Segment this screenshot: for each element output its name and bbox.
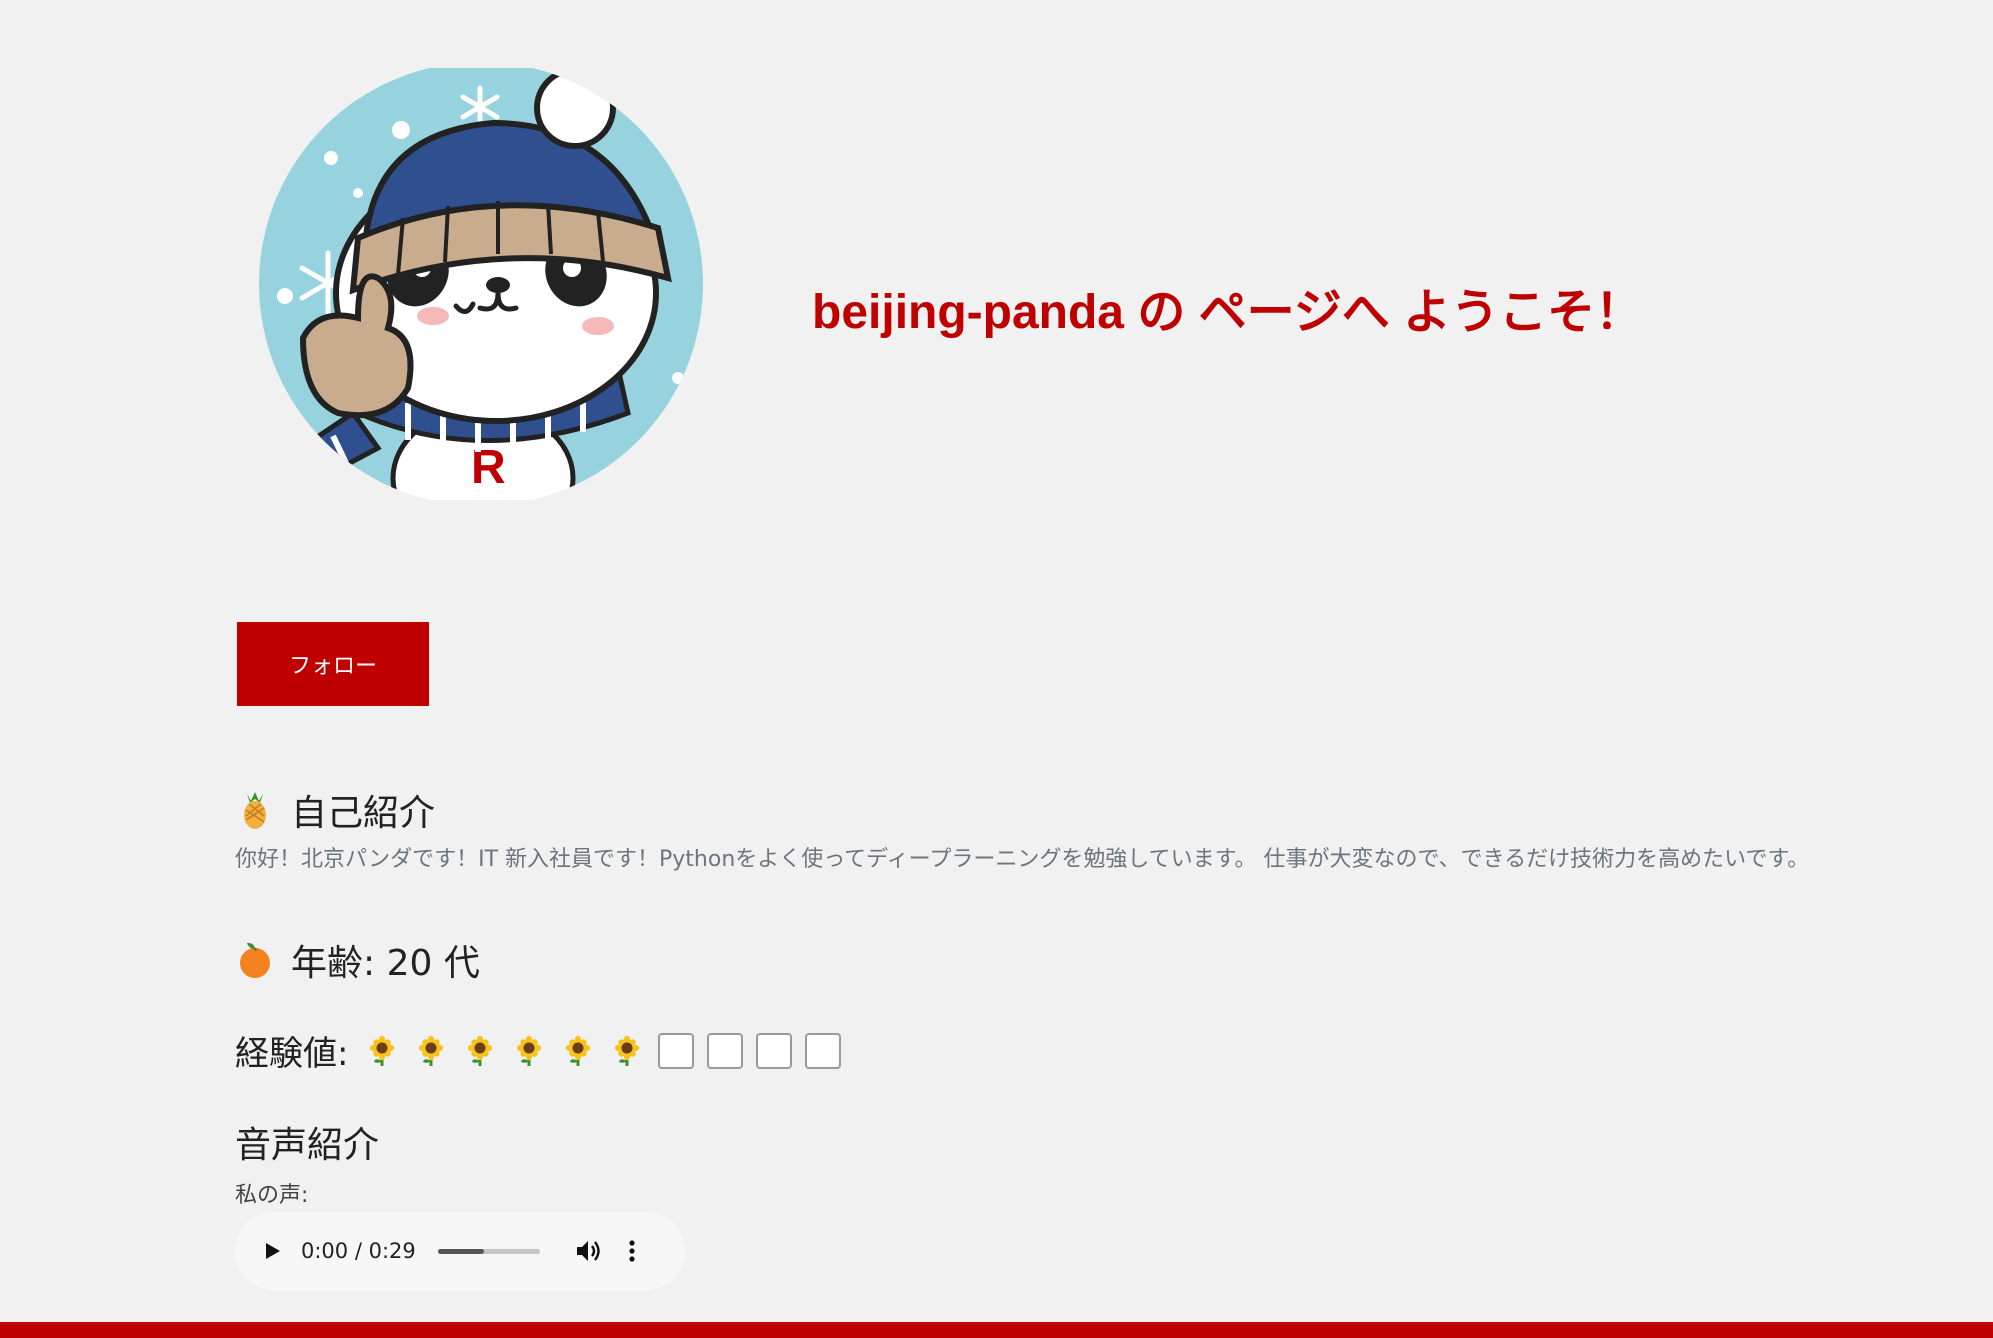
- panda-avatar-image: R: [258, 68, 704, 500]
- sunflower-icon: [615, 1035, 640, 1066]
- audio-progress-fill: [437, 1248, 484, 1254]
- sunflower-icon: [370, 1035, 395, 1066]
- sunflower-icon: [468, 1035, 493, 1066]
- experience-slots: [364, 1032, 842, 1069]
- experience-slot-filled: [511, 1033, 547, 1069]
- more-options-button[interactable]: [622, 1236, 642, 1266]
- intro-text: 你好！北京パンダです！IT 新入社員です！Pythonをよく使ってディープラーニ…: [235, 847, 1810, 872]
- more-vertical-icon: [629, 1240, 635, 1262]
- experience-slot-filled: [560, 1033, 596, 1069]
- play-button[interactable]: [259, 1237, 287, 1265]
- experience-slot-filled: [364, 1033, 400, 1069]
- experience-meter: 経験値:: [235, 1026, 842, 1075]
- welcome-title: beijing-panda の ページへ ようこそ！: [812, 286, 1644, 339]
- age-heading: 年齢: 20 代: [235, 934, 480, 986]
- volume-icon: [576, 1241, 600, 1261]
- intro-heading: 自己紹介: [235, 784, 435, 836]
- experience-slot-filled: [462, 1033, 498, 1069]
- audio-progress-bar[interactable]: [437, 1248, 540, 1254]
- footer-bar: [0, 1322, 1993, 1338]
- sunflower-icon: [517, 1035, 542, 1066]
- tangerine-icon: [240, 942, 270, 978]
- voice-label: 私の声:: [235, 1183, 309, 1208]
- audio-time: 0:00 / 0:29: [301, 1239, 416, 1263]
- experience-slot-filled: [609, 1033, 645, 1069]
- intro-heading-text: 自己紹介: [291, 793, 436, 834]
- voice-heading: 音声紹介: [235, 1125, 380, 1166]
- experience-label: 経験値:: [235, 1034, 349, 1074]
- experience-slot-empty: [658, 1032, 695, 1069]
- sunflower-icon: [566, 1035, 591, 1066]
- sunflower-icon: [419, 1035, 444, 1066]
- audio-player: 0:00 / 0:29: [235, 1212, 685, 1290]
- experience-slot-empty: [707, 1032, 744, 1069]
- profile-page: R beijing-panda の ページへ ようこそ！ フォロー 自己紹介 你…: [0, 0, 1993, 1338]
- experience-slot-empty: [805, 1032, 842, 1069]
- play-icon: [266, 1243, 280, 1259]
- volume-button[interactable]: [574, 1236, 604, 1266]
- experience-slot-empty: [756, 1032, 793, 1069]
- follow-button[interactable]: フォロー: [237, 622, 429, 706]
- experience-slot-filled: [413, 1033, 449, 1069]
- pineapple-icon: [244, 792, 266, 829]
- age-heading-text: 年齢: 20 代: [291, 943, 480, 984]
